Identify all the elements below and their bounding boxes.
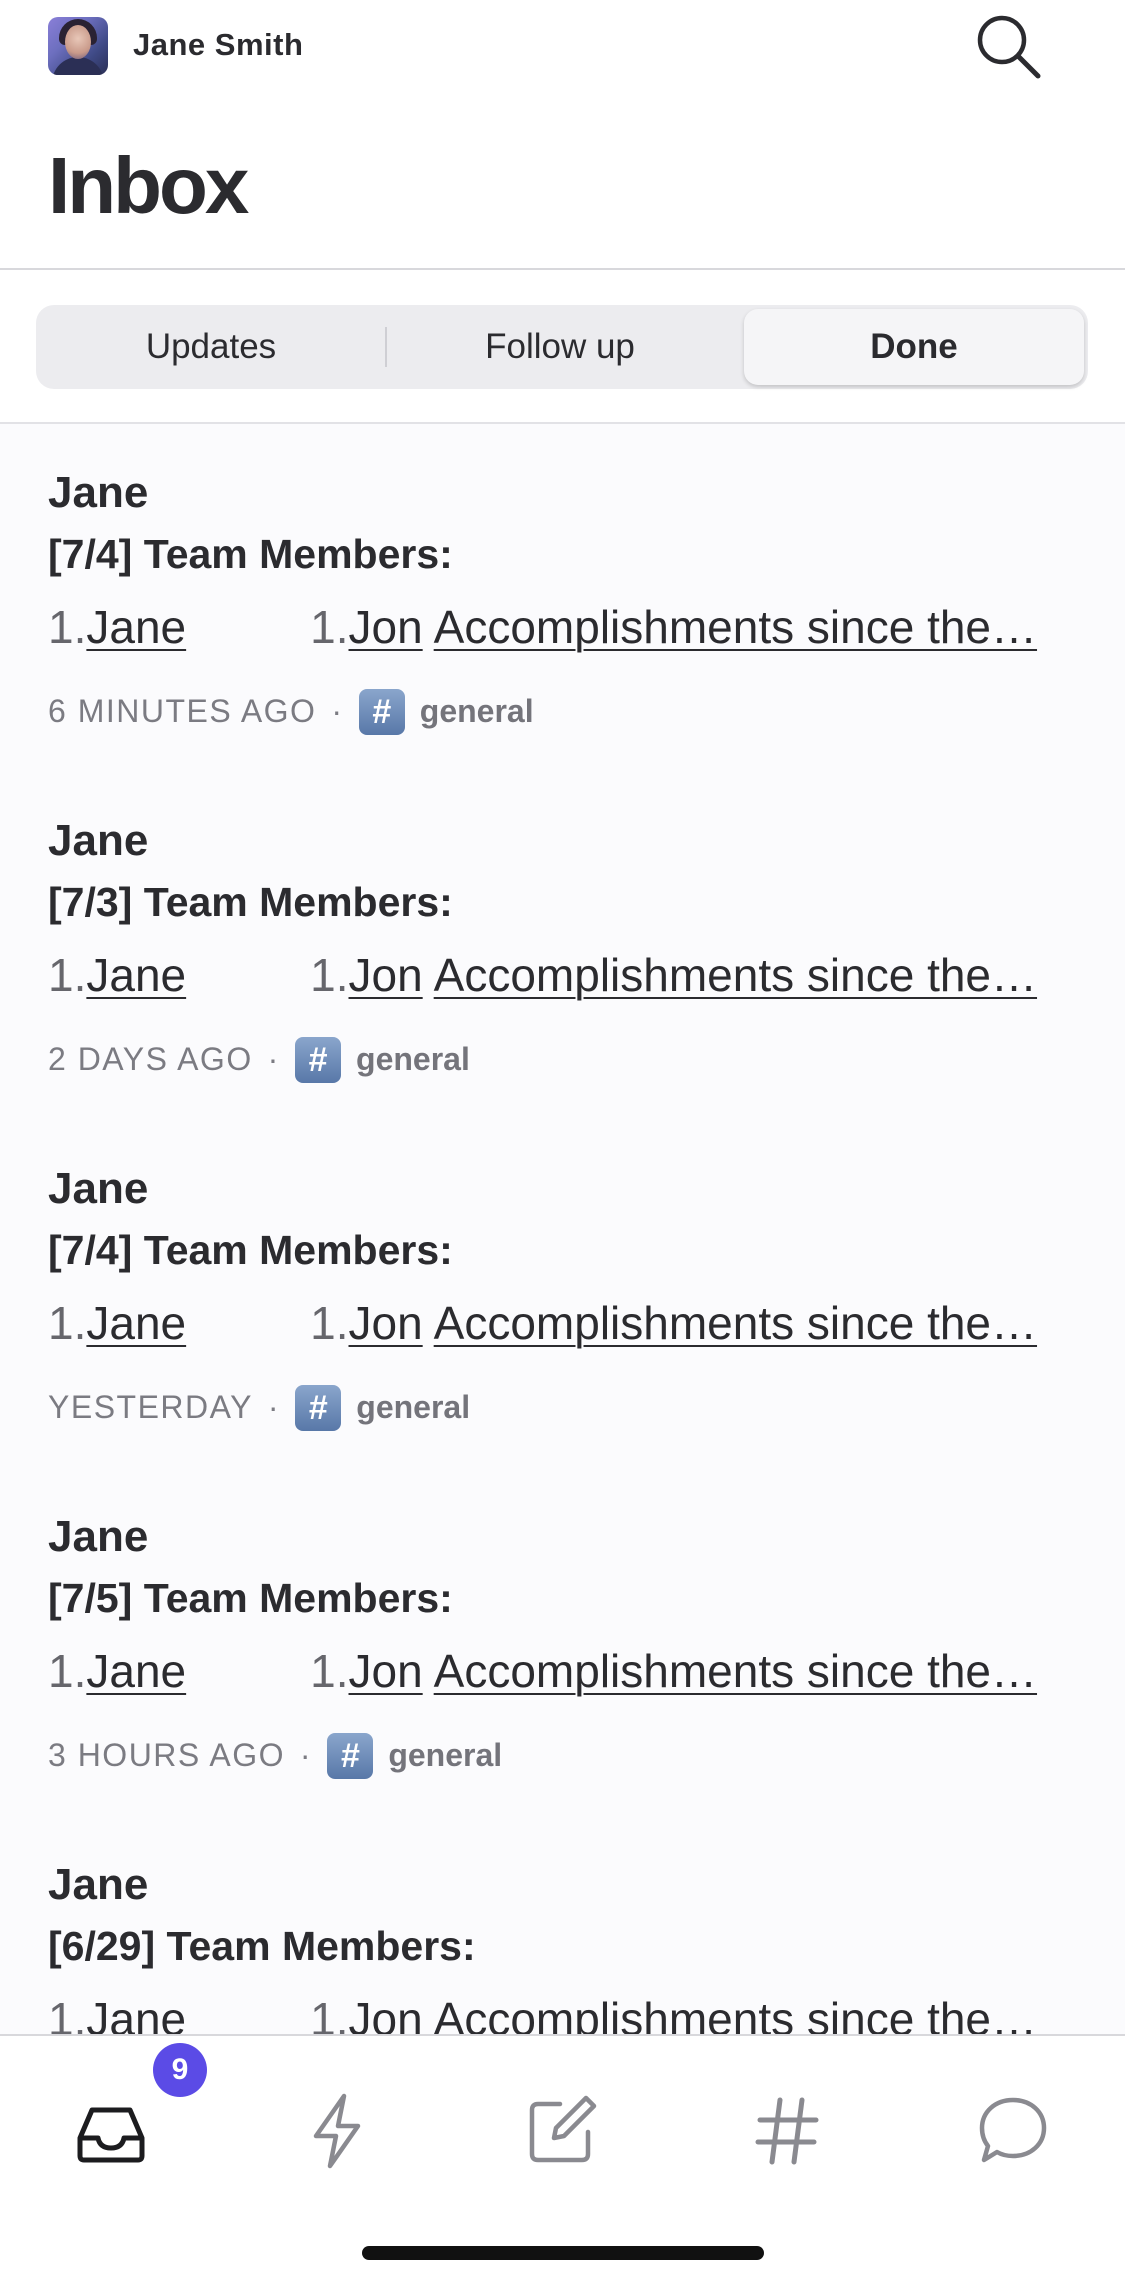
inbox-item[interactable]: Jane [7/5] Team Members: 1.Jane 1.Jon Acco… (0, 1468, 1125, 1818)
list-number: 1. (48, 1993, 87, 2036)
messages-icon (979, 2097, 1047, 2163)
compose-icon (529, 2095, 597, 2163)
message-meta: YESTERDAY · # general (48, 1384, 470, 1431)
avatar-shoulders (52, 57, 104, 75)
channel-hash-icon: # (327, 1732, 374, 1779)
message-author: Jane (48, 816, 149, 865)
segment-updates[interactable]: Updates (40, 309, 382, 385)
channel-hash-icon: # (358, 688, 405, 735)
activity-bolt-icon (313, 2093, 361, 2169)
title-divider (0, 268, 1125, 270)
message-meta: 6 MINUTES AGO · # general (48, 688, 534, 735)
tab-activity[interactable] (292, 2086, 382, 2176)
list-number: 1. (48, 949, 87, 1001)
tab-compose[interactable] (516, 2086, 606, 2176)
message-time: 6 MINUTES AGO (48, 693, 317, 729)
list-number: 1. (310, 949, 349, 1001)
meta-separator: · (331, 693, 342, 729)
mention-link[interactable]: Jon (349, 1993, 423, 2036)
message-preview: 1.Jane 1.Jon Accomplishments since the… (48, 1644, 1078, 1698)
tab-inbox[interactable] (66, 2086, 156, 2176)
list-number: 1. (310, 1297, 349, 1349)
segment-done[interactable]: Done (744, 309, 1084, 385)
mention-link[interactable]: Jon (349, 1297, 423, 1349)
message-subject: [7/4] Team Members: (48, 1227, 453, 1273)
message-time: 3 HOURS AGO (48, 1737, 285, 1773)
message-subject: [7/5] Team Members: (48, 1575, 453, 1621)
preview-text[interactable]: Accomplishments since the… (434, 949, 1037, 1001)
inbox-item[interactable]: Jane [7/4] Team Members: 1.Jane 1.Jon Acco… (0, 424, 1125, 774)
message-author: Jane (48, 1860, 149, 1909)
message-preview: 1.Jane 1.Jon Accomplishments since the… (48, 1992, 1078, 2036)
mention-link[interactable]: Jane (86, 1993, 186, 2036)
inbox-icon (77, 2107, 145, 2163)
list-number: 1. (310, 1645, 349, 1697)
channel-name[interactable]: general (356, 1041, 470, 1077)
message-time: 2 DAYS AGO (48, 1041, 253, 1077)
user-name[interactable]: Jane Smith (133, 27, 303, 63)
message-subject: [7/4] Team Members: (48, 531, 453, 577)
inbox-feed[interactable]: Jane [7/4] Team Members: 1.Jane 1.Jon Acco… (0, 422, 1125, 2036)
message-subject: [6/29] Team Members: (48, 1923, 476, 1969)
channel-hash-icon: # (295, 1036, 342, 1083)
message-preview: 1.Jane 1.Jon Accomplishments since the… (48, 948, 1078, 1002)
preview-text[interactable]: Accomplishments since the… (434, 1297, 1037, 1349)
list-number: 1. (310, 1993, 349, 2036)
mention-link[interactable]: Jon (349, 601, 423, 653)
message-meta: 3 HOURS AGO · # general (48, 1732, 502, 1779)
mention-link[interactable]: Jane (86, 1645, 186, 1697)
message-meta: 2 DAYS AGO · # general (48, 1036, 470, 1083)
list-number: 1. (48, 601, 87, 653)
mention-link[interactable]: Jane (86, 601, 186, 653)
inbox-filter-segmented-control: Updates Follow up Done (36, 305, 1088, 389)
mention-link[interactable]: Jon (349, 949, 423, 1001)
channel-name[interactable]: general (356, 1389, 470, 1425)
message-preview: 1.Jane 1.Jon Accomplishments since the… (48, 600, 1078, 654)
mention-link[interactable]: Jane (86, 1297, 186, 1349)
segment-follow-up[interactable]: Follow up (386, 309, 734, 385)
channel-name[interactable]: general (420, 693, 534, 729)
search-icon (977, 15, 1041, 79)
message-author: Jane (48, 1512, 149, 1561)
home-indicator (362, 2246, 764, 2260)
avatar-face (65, 25, 91, 59)
channels-hash-icon (755, 2097, 819, 2165)
meta-separator: · (267, 1389, 279, 1425)
channel-name[interactable]: general (388, 1737, 502, 1773)
meta-separator: · (267, 1041, 279, 1077)
list-number: 1. (48, 1297, 87, 1349)
inbox-item[interactable]: Jane [7/3] Team Members: 1.Jane 1.Jon Acco… (0, 772, 1125, 1122)
page-title: Inbox (48, 141, 249, 230)
message-preview: 1.Jane 1.Jon Accomplishments since the… (48, 1296, 1078, 1350)
message-author: Jane (48, 1164, 149, 1213)
user-avatar[interactable] (48, 17, 108, 75)
preview-text[interactable]: Accomplishments since the… (434, 601, 1037, 653)
preview-text[interactable]: Accomplishments since the… (434, 1645, 1037, 1697)
meta-separator: · (299, 1737, 311, 1773)
tab-channels[interactable] (742, 2086, 832, 2176)
search-button[interactable] (972, 10, 1046, 84)
tab-messages[interactable] (968, 2086, 1058, 2176)
channel-hash-icon: # (295, 1384, 342, 1431)
mention-link[interactable]: Jane (86, 949, 186, 1001)
inbox-item[interactable]: Jane [7/4] Team Members: 1.Jane 1.Jon Acco… (0, 1120, 1125, 1470)
message-subject: [7/3] Team Members: (48, 879, 453, 925)
message-time: YESTERDAY (48, 1389, 253, 1425)
top-bar: Jane Smith (0, 0, 1125, 95)
inbox-item[interactable]: Jane [6/29] Team Members: 1.Jane 1.Jon Acc… (0, 1816, 1125, 2036)
list-number: 1. (48, 1645, 87, 1697)
inbox-unread-badge: 9 (153, 2043, 207, 2097)
mention-link[interactable]: Jon (349, 1645, 423, 1697)
preview-text[interactable]: Accomplishments since the… (434, 1993, 1037, 2036)
list-number: 1. (310, 601, 349, 653)
message-author: Jane (48, 468, 149, 517)
